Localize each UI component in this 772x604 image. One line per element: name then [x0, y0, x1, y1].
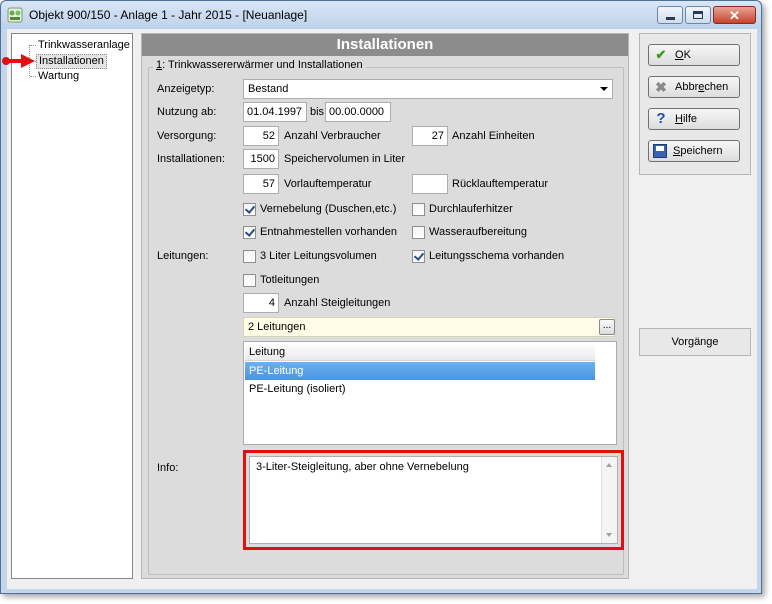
- checkbox-unchecked-icon: [243, 273, 256, 287]
- save-label: Speichern: [673, 145, 723, 157]
- steigleitungen-field[interactable]: 4: [243, 293, 279, 313]
- vorlauf-label: Vorlauftemperatur: [284, 178, 372, 190]
- maximize-icon: [693, 11, 703, 19]
- checkbox-drei-liter-label: 3 Liter Leitungsvolumen: [260, 250, 377, 262]
- checkbox-durchlauf-label: Durchlauferhitzer: [429, 203, 513, 215]
- nutzung-bis-label: bis: [310, 106, 325, 118]
- info-textarea[interactable]: 3-Liter-Steigleitung, aber ohne Vernebel…: [249, 456, 618, 544]
- app-logo-icon: [7, 7, 23, 23]
- checkbox-schema-label: Leitungsschema vorhanden: [429, 250, 565, 262]
- leitungen-summary: 2 Leitungen: [243, 317, 615, 337]
- action-panel: ✔ OK ✖ Abbrechen ? Hilfe Speichern: [639, 33, 751, 175]
- help-button[interactable]: ? Hilfe: [648, 108, 740, 130]
- browse-button[interactable]: ...: [599, 319, 615, 335]
- ruecklauf-label: Rücklauftemperatur: [452, 178, 548, 190]
- checkbox-unchecked-icon: [412, 225, 425, 239]
- title-bar[interactable]: Objekt 900/150 - Anlage 1 - Jahr 2015 - …: [1, 1, 761, 29]
- leitungen-list: Leitung PE-Leitung PE-Leitung (isoliert): [243, 341, 617, 445]
- navigation-tree: Trinkwasseranlage Installationen Wartung: [11, 33, 133, 579]
- cancel-x-icon: ✖: [655, 79, 667, 95]
- nutzung-to-field[interactable]: 00.00.0000: [325, 102, 391, 122]
- cancel-label: Abbrechen: [675, 81, 729, 93]
- info-label: Info:: [157, 462, 179, 474]
- list-item[interactable]: PE-Leitung (isoliert): [245, 380, 595, 398]
- checkbox-unchecked-icon: [412, 202, 425, 216]
- client-area: Trinkwasseranlage Installationen Wartung…: [2, 29, 757, 589]
- installationen-label: Installationen:: [157, 153, 225, 165]
- checkbox-aufbereitung[interactable]: Wasseraufbereitung: [412, 224, 527, 240]
- anzeigetyp-label: Anzeigetyp:: [157, 83, 215, 95]
- checkbox-tot-label: Totleitungen: [260, 274, 320, 286]
- tree-item-wartung[interactable]: Wartung: [36, 69, 81, 84]
- info-highlight: 3-Liter-Steigleitung, aber ohne Vernebel…: [243, 450, 624, 550]
- cancel-button[interactable]: ✖ Abbrechen: [648, 76, 740, 98]
- window-title: Objekt 900/150 - Anlage 1 - Jahr 2015 - …: [29, 8, 308, 22]
- question-icon: ?: [656, 110, 666, 127]
- verbraucher-field[interactable]: 52: [243, 126, 279, 146]
- close-button[interactable]: ✕: [713, 6, 756, 24]
- anzeigetyp-select[interactable]: Bestand: [243, 79, 613, 99]
- ok-button[interactable]: ✔ OK: [648, 44, 740, 66]
- checkbox-vernebelung[interactable]: Vernebelung (Duschen,etc.): [243, 201, 396, 217]
- floppy-disk-icon: [653, 144, 667, 158]
- minimize-icon: [665, 16, 675, 20]
- info-scrollbar[interactable]: [601, 457, 617, 543]
- checkbox-entnahme[interactable]: Entnahmestellen vorhanden: [243, 224, 397, 240]
- app-window: Objekt 900/150 - Anlage 1 - Jahr 2015 - …: [0, 0, 762, 594]
- list-header-leitung[interactable]: Leitung: [245, 343, 595, 361]
- tree-item-trinkwasseranlage[interactable]: Trinkwasseranlage: [36, 38, 132, 53]
- checkbox-durchlauf[interactable]: Durchlauferhitzer: [412, 201, 513, 217]
- vorlauf-field[interactable]: 57: [243, 174, 279, 194]
- anzeigetyp-value: Bestand: [248, 83, 289, 95]
- checkbox-vernebelung-label: Vernebelung (Duschen,etc.): [260, 203, 397, 215]
- leitungen-label: Leitungen:: [157, 250, 209, 262]
- checkbox-unchecked-icon: [243, 249, 256, 263]
- group-legend: 1: Trinkwassererwärmer und Installatione…: [153, 59, 366, 71]
- checkbox-drei-liter[interactable]: 3 Liter Leitungsvolumen: [243, 248, 377, 264]
- checkbox-checked-icon: [243, 225, 256, 239]
- steigleitungen-label: Anzahl Steigleitungen: [284, 297, 391, 309]
- speicher-label: Speichervolumen in Liter: [284, 153, 406, 165]
- tree-item-installationen[interactable]: Installationen: [36, 54, 107, 69]
- checkbox-checked-icon: [243, 202, 256, 216]
- check-icon: ✔: [655, 47, 667, 62]
- checkbox-entnahme-label: Entnahmestellen vorhanden: [260, 226, 397, 238]
- group-legend-text: : Trinkwassererwärmer und Installationen: [162, 59, 363, 71]
- scroll-down-icon: [606, 533, 612, 537]
- info-text: 3-Liter-Steigleitung, aber ohne Vernebel…: [256, 461, 469, 473]
- pointer-arrow-icon: [2, 54, 35, 68]
- save-button[interactable]: Speichern: [648, 140, 740, 162]
- versorgung-label: Versorgung:: [157, 130, 217, 142]
- nutzung-from-field[interactable]: 01.04.1997: [243, 102, 307, 122]
- panel-title: Installationen: [142, 34, 628, 56]
- vorgaenge-button[interactable]: Vorgänge: [639, 328, 751, 356]
- verbraucher-label: Anzahl Verbraucher: [284, 130, 381, 142]
- checkbox-checked-icon: [412, 249, 425, 263]
- checkbox-schema[interactable]: Leitungsschema vorhanden: [412, 248, 564, 264]
- einheiten-label: Anzahl Einheiten: [452, 130, 535, 142]
- ruecklauf-field[interactable]: [412, 174, 448, 194]
- checkbox-aufbereitung-label: Wasseraufbereitung: [429, 226, 528, 238]
- einheiten-field[interactable]: 27: [412, 126, 448, 146]
- maximize-button[interactable]: [685, 6, 711, 24]
- scroll-up-icon: [606, 463, 612, 467]
- checkbox-tot[interactable]: Totleitungen: [243, 272, 319, 288]
- close-icon: ✕: [729, 7, 740, 23]
- speicher-field[interactable]: 1500: [243, 149, 279, 169]
- ok-label: OK: [675, 49, 691, 61]
- list-item[interactable]: PE-Leitung: [245, 362, 595, 380]
- chevron-down-icon: [600, 87, 608, 91]
- help-label: Hilfe: [675, 113, 698, 125]
- minimize-button[interactable]: [657, 6, 683, 24]
- nutzung-label: Nutzung ab:: [157, 106, 217, 118]
